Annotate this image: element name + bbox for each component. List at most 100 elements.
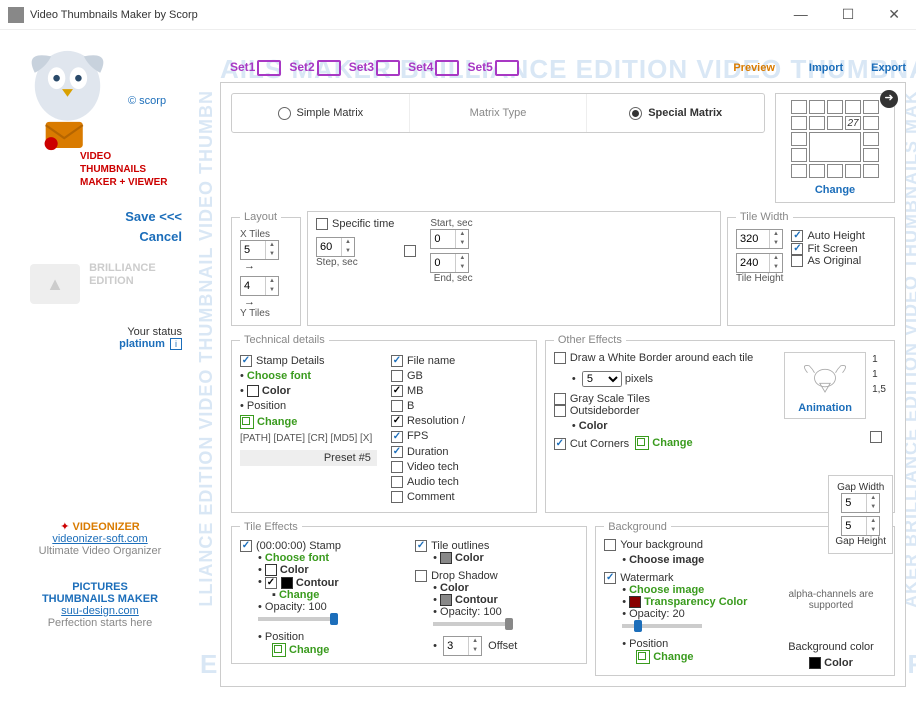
gb-check[interactable]: GB bbox=[391, 370, 528, 382]
contour-check[interactable]: Contour bbox=[265, 577, 339, 589]
promo1-name: VIDEONIZER bbox=[73, 521, 140, 533]
tab-set4[interactable]: Set4 bbox=[408, 60, 459, 76]
outlines-check[interactable]: Tile outlines bbox=[415, 540, 489, 552]
sidebar: © scorp VIDEO THUMBNAILS MAKER + VIEWER … bbox=[0, 30, 200, 720]
info-icon[interactable]: i bbox=[170, 338, 182, 350]
promo1-link[interactable]: videonizer-soft.com bbox=[52, 533, 147, 545]
dropshadow-check[interactable]: Drop Shadow bbox=[415, 570, 578, 582]
end-spinner[interactable]: ▲▼ bbox=[430, 253, 469, 273]
tilefx-choosefont[interactable]: Choose font bbox=[265, 552, 329, 564]
tech-color-swatch[interactable] bbox=[247, 385, 259, 397]
stampdetails-check[interactable]: Stamp Details bbox=[240, 355, 377, 367]
mb-check[interactable]: MB bbox=[391, 385, 528, 397]
tab-set3[interactable]: Set3 bbox=[349, 60, 400, 76]
contour-change[interactable]: Change bbox=[279, 589, 319, 601]
trans-color[interactable]: Transparency Color bbox=[644, 596, 747, 608]
main-panel: Simple Matrix Matrix Type Special Matrix… bbox=[220, 82, 906, 687]
cutcorners-icon bbox=[635, 436, 649, 450]
tech-choosefont[interactable]: Choose font bbox=[247, 370, 311, 382]
cutcorners-change[interactable]: Change bbox=[652, 437, 692, 449]
matrix-type-label: Matrix Type bbox=[409, 94, 588, 132]
tab-set2[interactable]: Set2 bbox=[289, 60, 340, 76]
tileheight-spinner[interactable]: ▲▼ bbox=[736, 253, 783, 273]
cancel-button[interactable]: Cancel bbox=[10, 227, 182, 247]
tab-preview[interactable]: Preview bbox=[733, 62, 775, 74]
status-label: Your status bbox=[10, 326, 182, 338]
simple-matrix-radio[interactable]: Simple Matrix bbox=[232, 94, 409, 132]
outlines-color-swatch[interactable] bbox=[440, 552, 452, 564]
tilewidth-spinner[interactable]: ▲▼ bbox=[736, 229, 783, 249]
fps-check[interactable]: FPS bbox=[391, 430, 528, 442]
titlebar: Video Thumbnails Maker by Scorp — ☐ ✕ bbox=[0, 0, 916, 30]
b-check[interactable]: B bbox=[391, 400, 528, 412]
up-button[interactable]: ▲ bbox=[30, 264, 80, 304]
layout-fieldset: Layout X Tiles ▲▼ → ▲▼ → Y Tiles bbox=[231, 211, 301, 326]
duration-check[interactable]: Duration bbox=[391, 446, 528, 458]
watermark-chooseimg[interactable]: Choose image bbox=[629, 584, 704, 596]
whiteborder-check[interactable]: Draw a White Border around each tile bbox=[554, 352, 753, 364]
offset-spinner[interactable]: ▲▼ bbox=[443, 636, 482, 656]
opacity-slider[interactable] bbox=[258, 617, 338, 621]
promo2-link[interactable]: suu-design.com bbox=[61, 605, 139, 617]
filename-check[interactable]: File name bbox=[391, 355, 528, 367]
promo2-sub: Perfection starts here bbox=[10, 617, 190, 629]
tab-export[interactable]: Export bbox=[871, 62, 906, 74]
tilefx-position-change[interactable]: Change bbox=[289, 644, 329, 656]
bg-change[interactable]: Change bbox=[653, 651, 693, 663]
close-button[interactable]: ✕ bbox=[880, 4, 908, 25]
special-matrix-radio[interactable]: Special Matrix bbox=[587, 94, 764, 132]
promo2-l1: PICTURES bbox=[10, 581, 190, 593]
step-spinner[interactable]: ▲▼ bbox=[316, 237, 355, 257]
grayscale-check[interactable]: Gray Scale Tiles bbox=[554, 393, 776, 405]
autoheight-check[interactable]: Auto Height bbox=[791, 230, 864, 242]
tileeffects-fieldset: Tile Effects (00:00:00) Stamp • Choose f… bbox=[231, 521, 587, 664]
scorp-label: © scorp bbox=[128, 95, 166, 107]
save-button[interactable]: Save <<< bbox=[10, 207, 182, 227]
matrix-change-link[interactable]: Change bbox=[782, 184, 888, 196]
pixels-select[interactable]: 5 bbox=[582, 371, 622, 387]
path-tokens: [PATH] [DATE] [CR] [MD5] [X] bbox=[240, 433, 377, 444]
tab-import[interactable]: Import bbox=[809, 62, 843, 74]
tab-set1[interactable]: Set1 bbox=[230, 60, 281, 76]
xtiles-spinner[interactable]: ▲▼ bbox=[240, 240, 279, 260]
tilewidth-fieldset: Tile Width ▲▼ ▲▼ Tile Height Auto Height… bbox=[727, 211, 895, 326]
timing-fieldset: Specific time ▲▼ Step, sec Start, sec ▲▼… bbox=[307, 211, 721, 326]
gapheight-spinner[interactable]: ▲▼ bbox=[841, 516, 880, 536]
specific-time-check[interactable]: Specific time bbox=[316, 218, 394, 230]
trans-color-swatch[interactable] bbox=[629, 596, 641, 608]
maximize-button[interactable]: ☐ bbox=[834, 4, 863, 25]
drop-contour-swatch[interactable] bbox=[440, 594, 452, 606]
cutcorners-check[interactable]: Cut Corners bbox=[554, 438, 629, 450]
status-value: platinum bbox=[119, 338, 165, 350]
ytiles-spinner[interactable]: ▲▼ bbox=[240, 276, 279, 296]
resolution-check[interactable]: Resolution / bbox=[391, 415, 528, 427]
drop-opacity-slider[interactable] bbox=[433, 622, 513, 626]
preview-next-icon[interactable]: ➜ bbox=[880, 90, 898, 108]
audiotech-check[interactable]: Audio tech bbox=[391, 476, 528, 488]
tab-set5[interactable]: Set5 bbox=[467, 60, 518, 76]
timestamp-check[interactable]: (00:00:00) Stamp bbox=[240, 540, 341, 552]
outsideborder-check[interactable]: Outsideborder bbox=[554, 405, 640, 417]
animation-box[interactable]: Animation bbox=[784, 352, 866, 419]
bg-position-icon bbox=[636, 650, 650, 664]
tech-change[interactable]: Change bbox=[257, 416, 297, 428]
asoriginal-check[interactable]: As Original bbox=[791, 255, 861, 267]
fitscreen-check[interactable]: Fit Screen bbox=[791, 243, 857, 255]
title-text: Video Thumbnails Maker by Scorp bbox=[30, 9, 198, 21]
comment-check[interactable]: Comment bbox=[391, 491, 528, 503]
minimize-button[interactable]: — bbox=[786, 4, 816, 25]
gapwidth-spinner[interactable]: ▲▼ bbox=[841, 493, 880, 513]
promo1-sub: Ultimate Video Organizer bbox=[10, 545, 190, 557]
watermark-check[interactable]: Watermark bbox=[604, 572, 766, 584]
bgcolor-swatch[interactable] bbox=[809, 657, 821, 669]
start-spinner[interactable]: ▲▼ bbox=[430, 229, 469, 249]
other-extra-check[interactable] bbox=[870, 431, 882, 443]
promo2-l2: THUMBNAILS MAKER bbox=[10, 593, 190, 605]
matrix-preview: ➜ 27 Change bbox=[775, 93, 895, 203]
bg-chooseimg1[interactable]: Choose image bbox=[629, 554, 704, 566]
bg-opacity-slider[interactable] bbox=[622, 624, 702, 628]
tilefx-color-swatch[interactable] bbox=[265, 564, 277, 576]
videotech-check[interactable]: Video tech bbox=[391, 461, 528, 473]
timing-enable-check[interactable] bbox=[404, 245, 416, 257]
yourbg-check[interactable]: Your background bbox=[604, 539, 703, 551]
